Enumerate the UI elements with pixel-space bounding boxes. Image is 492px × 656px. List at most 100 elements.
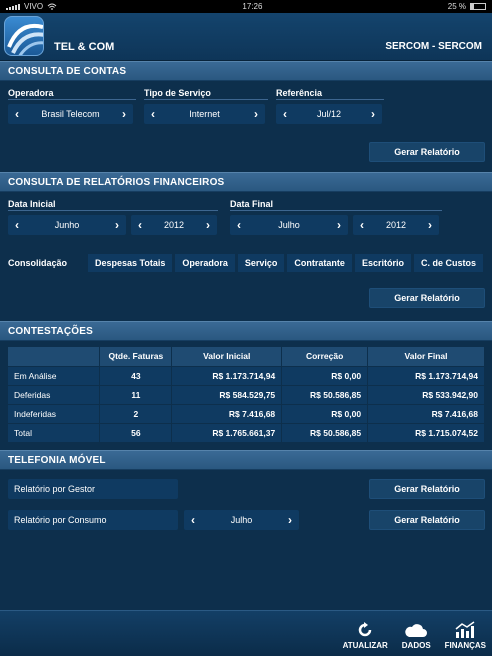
chevron-right-icon[interactable]: › [364,107,382,121]
dados-button[interactable]: DADOS [402,611,431,656]
divider [144,99,268,100]
battery-icon [469,3,486,10]
tab-despesas-totais[interactable]: Despesas Totais [88,254,173,272]
company-name: SERCOM - SERCOM [385,41,482,52]
table-row: Total 56 R$ 1.765.661,37 R$ 50.586,85 R$… [8,422,485,442]
referencia-stepper[interactable]: ‹ Jul/12 › [276,104,382,124]
cloud-icon [405,624,428,637]
cell: R$ 1.173.714,94 [367,365,485,385]
data-final-year-stepper[interactable]: ‹ 2012 › [353,215,439,235]
row-label: Total [8,422,101,442]
chevron-right-icon[interactable]: › [330,218,348,232]
chevron-right-icon[interactable]: › [115,107,133,121]
cell: R$ 0,00 [281,403,369,423]
tab-c-de-custos[interactable]: C. de Custos [413,254,483,272]
tab-operadora[interactable]: Operadora [175,254,235,272]
cell: R$ 1.715.074,52 [367,422,485,442]
data-inicial-month-stepper[interactable]: ‹ Junho › [8,215,126,235]
refresh-icon [358,622,372,637]
chevron-left-icon[interactable]: ‹ [8,107,26,121]
bottom-toolbar: ATUALIZAR DADOS FINANÇAS [0,610,492,656]
row-label: Indeferidas [8,403,101,423]
cell: R$ 584.529,75 [171,384,283,404]
year-value: 2012 [385,220,407,230]
operadora-value: Brasil Telecom [41,109,100,119]
cell: R$ 50.586,85 [281,384,369,404]
atualizar-button[interactable]: ATUALIZAR [343,611,388,656]
gerar-relatorio-contas-button[interactable]: Gerar Relatório [369,142,485,162]
divider [230,210,442,211]
table-row: Indeferidas 2 R$ 7.416,68 R$ 0,00 R$ 7.4… [8,403,485,423]
row-label: Em Análise [8,365,101,385]
cell: R$ 533.942,90 [367,384,485,404]
signal-icon [6,3,20,10]
chevron-right-icon[interactable]: › [199,218,217,232]
data-inicial-year-stepper[interactable]: ‹ 2012 › [131,215,217,235]
tab-contratante[interactable]: Contratante [287,254,352,272]
contestacoes-section: CONTESTAÇÕES [0,321,492,341]
chevron-left-icon[interactable]: ‹ [144,107,162,121]
consulta-relatorios-section: CONSULTA DE RELATÓRIOS FINANCEIROS [0,172,492,192]
relatorio-consumo-label: Relatório por Consumo [8,510,178,530]
data-inicial-label: Data Inicial [8,199,56,209]
consumo-month-stepper[interactable]: ‹ Julho › [184,510,299,530]
referencia-label: Referência [276,88,323,98]
status-bar: VIVO 17:26 25 % [0,0,492,13]
cell: 56 [99,422,173,442]
table-header-row: Qtde. Faturas Valor Inicial Correção Val… [8,347,485,366]
divider [8,99,136,100]
chevron-left-icon[interactable]: ‹ [8,218,26,232]
cell: R$ 7.416,68 [171,403,283,423]
referencia-value: Jul/12 [316,109,342,119]
chevron-left-icon[interactable]: ‹ [184,513,202,527]
chevron-right-icon[interactable]: › [421,218,439,232]
column-header: Valor Inicial [171,347,283,366]
tipo-servico-value: Internet [189,109,220,119]
year-value: 2012 [163,220,185,230]
divider [276,99,384,100]
section-title: CONSULTA DE RELATÓRIOS FINANCEIROS [0,172,492,192]
cell: 2 [99,403,173,423]
tab-servico[interactable]: Serviço [237,254,285,272]
table-row: Em Análise 43 R$ 1.173.714,94 R$ 0,00 R$… [8,365,485,385]
cell: 43 [99,365,173,385]
section-title: CONSULTA DE CONTAS [0,61,492,81]
column-header: Correção [281,347,369,366]
row-label: Deferidas [8,384,101,404]
cell: 11 [99,384,173,404]
financas-button[interactable]: FINANÇAS [445,611,486,656]
chevron-right-icon[interactable]: › [108,218,126,232]
telefonia-section: TELEFONIA MÓVEL [0,450,492,470]
column-header: Qtde. Faturas [99,347,173,366]
wifi-icon [47,3,57,10]
chevron-left-icon[interactable]: ‹ [276,107,294,121]
section-title: CONTESTAÇÕES [0,321,492,341]
consolidacao-tabs: Despesas Totais Operadora Serviço Contra… [88,254,483,272]
cell: R$ 7.416,68 [367,403,485,423]
month-value: Julho [278,220,300,230]
operadora-label: Operadora [8,88,54,98]
chevron-left-icon[interactable]: ‹ [353,218,371,232]
gerar-relatorio-gestor-button[interactable]: Gerar Relatório [369,479,485,499]
month-value: Junho [54,220,80,230]
section-title: TELEFONIA MÓVEL [0,450,492,470]
gerar-relatorio-financeiro-button[interactable]: Gerar Relatório [369,288,485,308]
data-final-month-stepper[interactable]: ‹ Julho › [230,215,348,235]
chevron-left-icon[interactable]: ‹ [131,218,149,232]
gerar-relatorio-consumo-button[interactable]: Gerar Relatório [369,510,485,530]
tipo-servico-stepper[interactable]: ‹ Internet › [144,104,265,124]
atualizar-label: ATUALIZAR [342,641,388,650]
consulta-contas-section: CONSULTA DE CONTAS [0,61,492,81]
financas-label: FINANÇAS [444,641,486,650]
tipo-servico-label: Tipo de Serviço [144,88,211,98]
carrier: VIVO [24,2,44,11]
battery-percent: 25 % [447,2,466,11]
operadora-stepper[interactable]: ‹ Brasil Telecom › [8,104,133,124]
chart-icon [455,621,475,638]
chevron-right-icon[interactable]: › [247,107,265,121]
cell: R$ 1.173.714,94 [171,365,283,385]
chevron-right-icon[interactable]: › [281,513,299,527]
chevron-left-icon[interactable]: ‹ [230,218,248,232]
tab-escritorio[interactable]: Escritório [354,254,411,272]
dados-label: DADOS [401,641,431,650]
